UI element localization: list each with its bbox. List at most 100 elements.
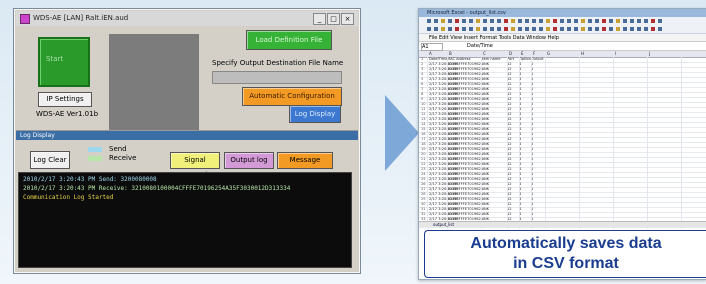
- log-console[interactable]: 2010/2/17 3:20:43 PM Send: 3200080008 20…: [18, 172, 352, 268]
- toolbar-icon[interactable]: [448, 27, 452, 31]
- minimize-button[interactable]: _: [313, 13, 326, 25]
- toolbar-icon[interactable]: [455, 19, 459, 23]
- toolbar-icon[interactable]: [658, 19, 662, 23]
- sheet-tab[interactable]: output_list: [419, 221, 706, 227]
- toolbar-icon[interactable]: [567, 19, 571, 23]
- toolbar-icon[interactable]: [630, 27, 634, 31]
- toolbar-icon[interactable]: [623, 19, 627, 23]
- toolbar-icon[interactable]: [637, 19, 641, 23]
- log-line: 2010/2/17 3:20:43 PM Receive: 3210080100…: [23, 185, 291, 192]
- legend-send: Send: [109, 145, 127, 153]
- toolbar-icon[interactable]: [630, 19, 634, 23]
- toolbar-icon[interactable]: [602, 27, 606, 31]
- maximize-button[interactable]: □: [327, 13, 340, 25]
- toolbar-icon[interactable]: [574, 19, 578, 23]
- toolbar-icon[interactable]: [511, 27, 515, 31]
- toolbar-icon[interactable]: [427, 27, 431, 31]
- toolbar-icon[interactable]: [441, 19, 445, 23]
- toolbar-icon[interactable]: [581, 19, 585, 23]
- toolbar-icon[interactable]: [560, 19, 564, 23]
- toolbar-icon[interactable]: [532, 19, 536, 23]
- signal-strength-button[interactable]: Signal strength: [170, 152, 220, 179]
- toolbar-icon[interactable]: [539, 27, 543, 31]
- toolbar-icon[interactable]: [448, 19, 452, 23]
- toolbar-icon[interactable]: [483, 27, 487, 31]
- toolbar-icon[interactable]: [546, 19, 550, 23]
- ip-settings-button[interactable]: IP Settings: [38, 92, 92, 107]
- grid-line: [447, 57, 448, 229]
- toolbar-icon[interactable]: [518, 19, 522, 23]
- grid-line: [681, 57, 682, 229]
- toolbar-icon[interactable]: [588, 27, 592, 31]
- toolbar-icon[interactable]: [462, 19, 466, 23]
- log-panel: Log Display Log Clear Send Receive Signa…: [16, 130, 358, 272]
- toolbar-icon[interactable]: [658, 27, 662, 31]
- caption-banner: Automatically saves data in CSV format: [424, 230, 706, 278]
- formula-value[interactable]: Date/Time: [467, 43, 493, 50]
- toolbar-icon[interactable]: [588, 19, 592, 23]
- name-box[interactable]: A1: [421, 43, 443, 51]
- toolbar-icon[interactable]: [602, 19, 606, 23]
- toolbar-icon[interactable]: [497, 27, 501, 31]
- output-file-input[interactable]: [212, 71, 342, 84]
- toolbar-icon[interactable]: [518, 27, 522, 31]
- log-clear-button[interactable]: Log Clear: [30, 151, 70, 169]
- toolbar-icon[interactable]: [553, 27, 557, 31]
- toolbar-icon[interactable]: [609, 27, 613, 31]
- toolbar-icon[interactable]: [427, 19, 431, 23]
- toolbar-icon[interactable]: [434, 27, 438, 31]
- toolbar-icon[interactable]: [623, 27, 627, 31]
- title-bar: WDS-AE [LAN] Ralt.iEN.aud _ □ ×: [16, 11, 358, 26]
- toolbar-icon[interactable]: [476, 27, 480, 31]
- toolbar-icon[interactable]: [476, 19, 480, 23]
- toolbar-icon[interactable]: [497, 19, 501, 23]
- toolbar-icon[interactable]: [616, 19, 620, 23]
- toolbar-icon[interactable]: [644, 19, 648, 23]
- grid-line: [507, 57, 508, 229]
- send-color-swatch: [88, 147, 102, 152]
- toolbar-icon[interactable]: [441, 27, 445, 31]
- toolbar-icon[interactable]: [434, 19, 438, 23]
- toolbar-icon[interactable]: [504, 27, 508, 31]
- start-button[interactable]: Start: [38, 37, 90, 87]
- toolbar-icon[interactable]: [469, 19, 473, 23]
- toolbar-icon[interactable]: [525, 19, 529, 23]
- toolbar-icon[interactable]: [651, 27, 655, 31]
- log-display-button[interactable]: Log Display: [289, 105, 341, 123]
- output-log-button[interactable]: Output log: [224, 152, 274, 169]
- toolbar-icon[interactable]: [637, 27, 641, 31]
- toolbar-icon[interactable]: [483, 19, 487, 23]
- automatic-configuration-button[interactable]: Automatic Configuration: [242, 87, 342, 106]
- close-button[interactable]: ×: [341, 13, 354, 25]
- toolbar-icon[interactable]: [581, 27, 585, 31]
- toolbar-icon[interactable]: [455, 27, 459, 31]
- toolbar-icon[interactable]: [616, 27, 620, 31]
- toolbar-icon[interactable]: [644, 27, 648, 31]
- toolbar-icon[interactable]: [595, 19, 599, 23]
- toolbar-icon[interactable]: [609, 19, 613, 23]
- toolbar-icon[interactable]: [560, 27, 564, 31]
- toolbar-icon[interactable]: [574, 27, 578, 31]
- toolbar-icon[interactable]: [539, 19, 543, 23]
- start-label: Start: [46, 55, 64, 63]
- toolbar-icon[interactable]: [490, 19, 494, 23]
- toolbar-icon[interactable]: [504, 19, 508, 23]
- toolbar-icon[interactable]: [490, 27, 494, 31]
- load-definition-file-button[interactable]: Load Definition File: [246, 30, 332, 50]
- toolbar-icon[interactable]: [525, 27, 529, 31]
- toolbar-icon[interactable]: [567, 27, 571, 31]
- toolbar-icon[interactable]: [651, 19, 655, 23]
- menu-bar[interactable]: File Edit View Insert Format Tools Data …: [419, 34, 706, 42]
- toolbar-icon[interactable]: [462, 27, 466, 31]
- cell-grid[interactable]: 1 Date/Time MAC Address Item name Port Option…: [419, 57, 706, 229]
- toolbar-icon[interactable]: [595, 27, 599, 31]
- toolbar-icon[interactable]: [532, 27, 536, 31]
- toolbar-formatting: [419, 25, 706, 34]
- right-arrow-icon: [385, 95, 419, 171]
- toolbar-icon[interactable]: [511, 19, 515, 23]
- toolbar-icon[interactable]: [553, 19, 557, 23]
- toolbar-icon[interactable]: [469, 27, 473, 31]
- toolbar-icon[interactable]: [546, 27, 550, 31]
- caption-line-1: Automatically saves data: [470, 235, 662, 252]
- message-button[interactable]: Message: [277, 152, 333, 169]
